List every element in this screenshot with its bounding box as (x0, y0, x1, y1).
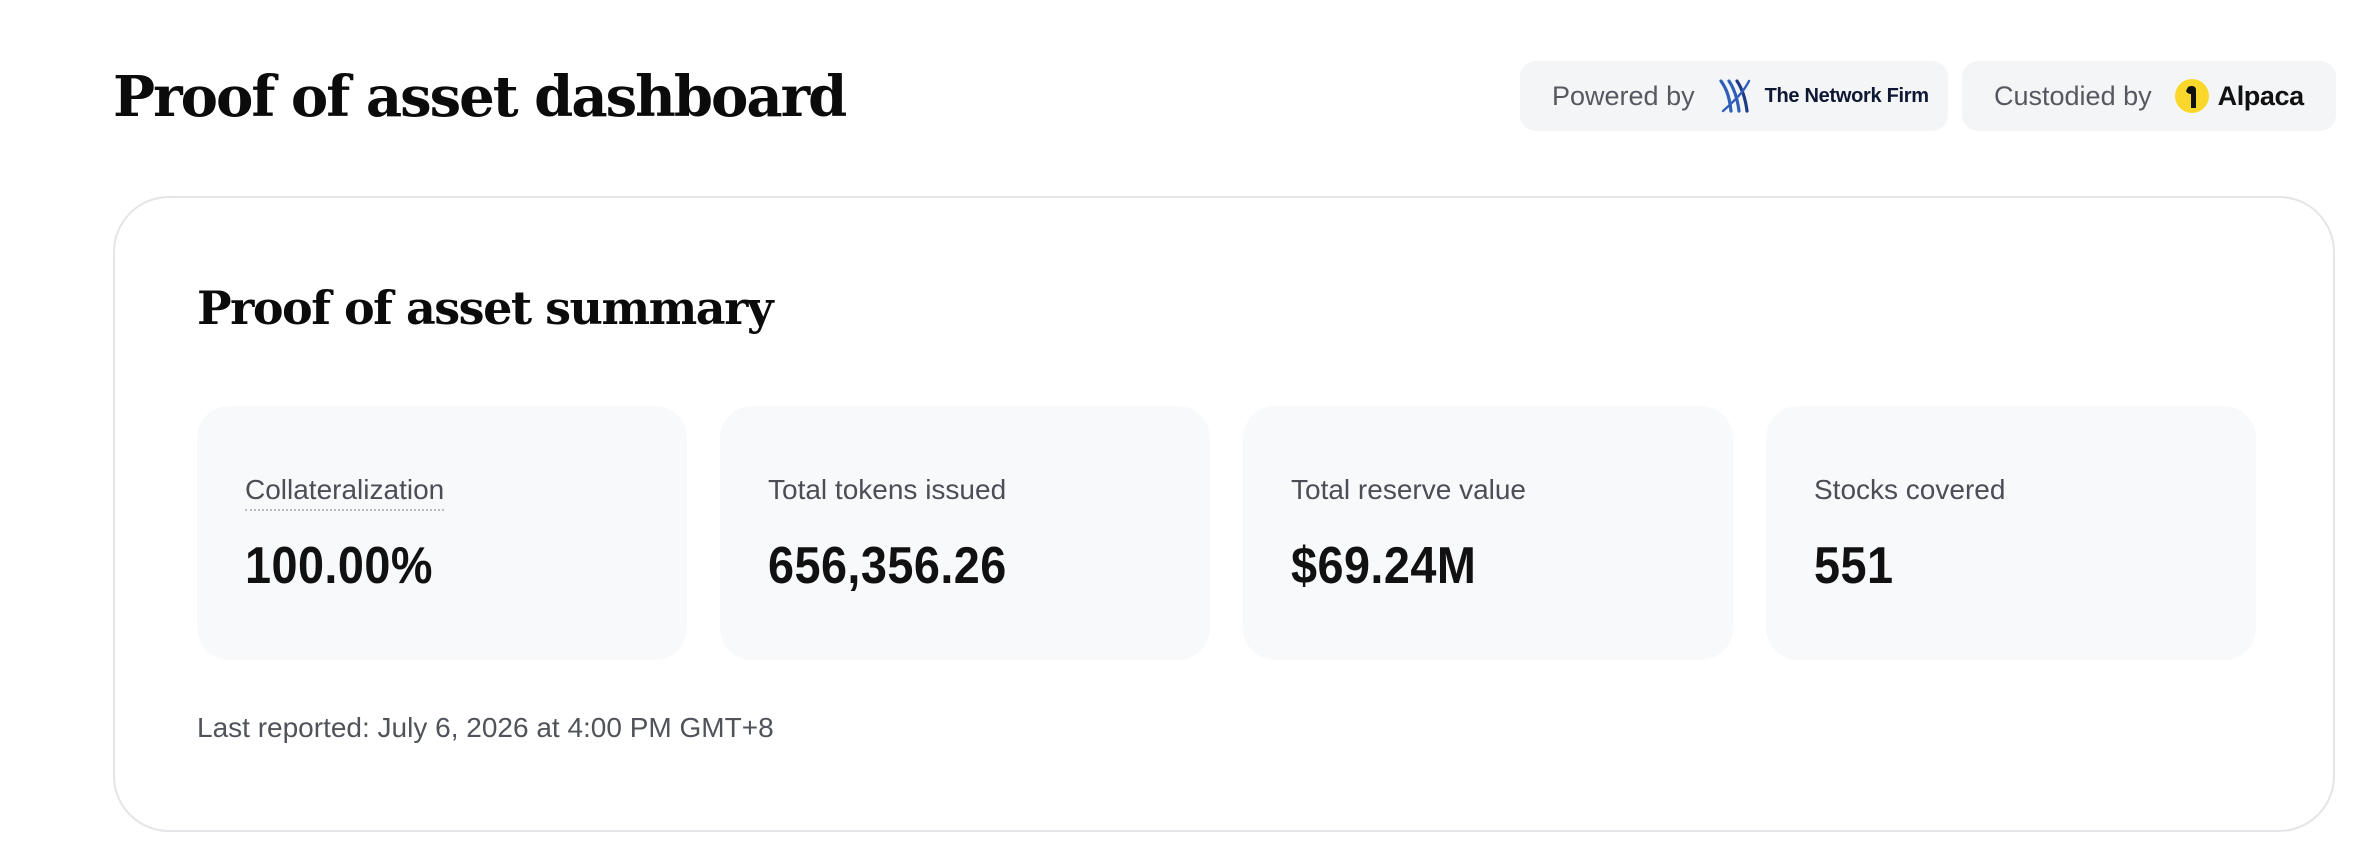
powered-by-label: Powered by (1552, 80, 1695, 111)
summary-title: Proof of asset summary (197, 281, 774, 335)
total-tokens-value: 656,356.26 (768, 537, 1007, 595)
network-firm-brand: The Network Firm (1717, 77, 1929, 115)
total-reserve-label: Total reserve value (1291, 474, 1527, 505)
stocks-covered-value: 551 (1814, 537, 1894, 595)
stat-card-collateralization: Collateralization 100.00% (197, 406, 687, 660)
stocks-covered-label: Stocks covered (1814, 474, 2006, 505)
alpaca-logo-icon (2174, 79, 2209, 113)
collateralization-value: 100.00% (245, 537, 433, 595)
last-reported-timestamp: Last reported: July 6, 2026 at 4:00 PM G… (197, 712, 774, 743)
total-reserve-value: $69.24M (1291, 537, 1477, 595)
powered-by-badge[interactable]: Powered by The Network Firm (1520, 61, 1948, 131)
alpaca-name: Alpaca (2217, 80, 2305, 111)
custodied-by-label: Custodied by (1994, 80, 2152, 111)
network-firm-logo-icon (1718, 79, 1750, 113)
stat-card-stocks-covered: Stocks covered 551 (1766, 406, 2256, 660)
page-title: Proof of asset dashboard (113, 64, 847, 130)
summary-card: Proof of asset summary Collateralization… (113, 196, 2335, 832)
custodied-by-badge[interactable]: Custodied by Alpaca (1962, 61, 2336, 131)
collateralization-label[interactable]: Collateralization (245, 472, 445, 511)
stat-card-total-reserve: Total reserve value $69.24M (1243, 406, 1733, 660)
proof-of-asset-page: Proof of asset dashboard Powered by The … (0, 0, 2376, 860)
network-firm-name: The Network Firm (1764, 84, 1929, 107)
alpaca-brand: Alpaca (2174, 78, 2304, 114)
total-tokens-label: Total tokens issued (768, 474, 1007, 505)
stat-card-total-tokens: Total tokens issued 656,356.26 (720, 406, 1210, 660)
